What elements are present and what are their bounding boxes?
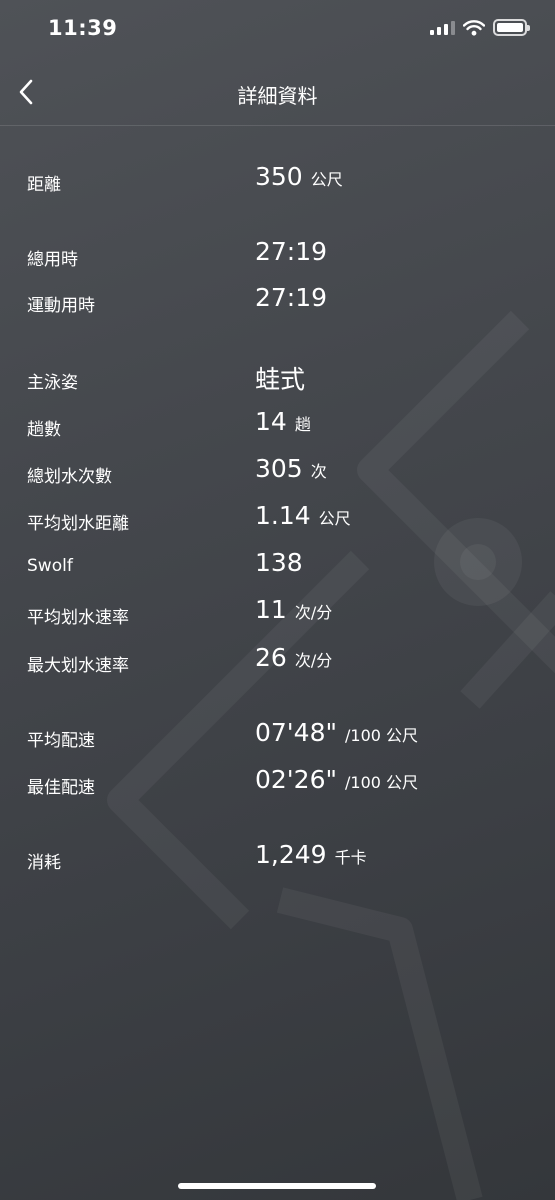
detail-number: 11 <box>255 595 287 624</box>
detail-unit: 公尺 <box>310 170 343 189</box>
detail-value: 27:19 <box>255 283 335 312</box>
status-bar: 11:39 <box>0 0 555 60</box>
system-icons <box>430 19 530 36</box>
detail-row-laps: 趟數 14 趟 <box>0 405 555 445</box>
detail-label: 運動用時 <box>27 296 95 316</box>
detail-label: 最大划水速率 <box>27 656 129 676</box>
detail-value: 27:19 <box>255 237 335 266</box>
detail-value: 蛙式 <box>255 360 313 396</box>
detail-row-active-time: 運動用時 27:19 <box>0 281 555 321</box>
detail-number: 07'48" <box>255 718 337 747</box>
detail-number: 1,249 <box>255 840 327 869</box>
home-indicator[interactable] <box>178 1183 376 1189</box>
detail-row-avg-stroke-rate: 平均划水速率 11 次/分 <box>0 593 555 633</box>
detail-value: 07'48" /100 公尺 <box>255 718 418 747</box>
navigation-bar: 詳細資料 <box>0 60 555 126</box>
detail-label: 平均划水速率 <box>27 608 129 628</box>
detail-value: 11 次/分 <box>255 595 332 624</box>
signal-icon <box>430 20 455 35</box>
detail-number: 305 <box>255 454 303 483</box>
detail-label: 主泳姿 <box>27 373 78 393</box>
detail-value: 138 <box>255 548 311 577</box>
detail-unit: /100 公尺 <box>345 726 419 745</box>
detail-value: 1,249 千卡 <box>255 840 367 869</box>
detail-label: Swolf <box>27 556 73 576</box>
page-title: 詳細資料 <box>237 84 318 108</box>
detail-row-distance: 距離 350 公尺 <box>0 160 555 200</box>
detail-unit: 千卡 <box>334 848 367 867</box>
detail-value: 02'26" /100 公尺 <box>255 765 418 794</box>
detail-label: 平均划水距離 <box>27 514 129 534</box>
detail-label: 最佳配速 <box>27 778 95 798</box>
detail-row-swolf: Swolf 138 <box>0 546 555 586</box>
detail-number: 蛙式 <box>255 365 306 394</box>
detail-unit: 公尺 <box>318 509 351 528</box>
detail-unit: 次/分 <box>294 603 333 622</box>
detail-row-avg-pace: 平均配速 07'48" /100 公尺 <box>0 716 555 756</box>
battery-icon <box>493 19 530 36</box>
detail-value: 14 趟 <box>255 407 311 436</box>
detail-label: 消耗 <box>27 853 61 873</box>
detail-row-total-strokes: 總划水次數 305 次 <box>0 452 555 492</box>
detail-unit: 次 <box>310 462 327 481</box>
detail-number: 138 <box>255 548 303 577</box>
detail-unit: /100 公尺 <box>345 773 419 792</box>
detail-unit: 次/分 <box>294 651 333 670</box>
detail-label: 總用時 <box>27 250 78 270</box>
detail-number: 27:19 <box>255 283 328 312</box>
detail-value: 305 次 <box>255 454 327 483</box>
detail-unit: 趟 <box>294 415 311 434</box>
detail-label: 距離 <box>27 175 61 195</box>
detail-row-max-stroke-rate: 最大划水速率 26 次/分 <box>0 641 555 681</box>
detail-label: 平均配速 <box>27 731 95 751</box>
detail-value: 1.14 公尺 <box>255 501 351 530</box>
detail-number: 02'26" <box>255 765 337 794</box>
detail-value: 350 公尺 <box>255 162 343 191</box>
detail-number: 14 <box>255 407 287 436</box>
wifi-icon <box>463 19 485 36</box>
detail-number: 1.14 <box>255 501 311 530</box>
detail-row-calories: 消耗 1,249 千卡 <box>0 838 555 878</box>
detail-number: 26 <box>255 643 287 672</box>
detail-row-best-pace: 最佳配速 02'26" /100 公尺 <box>0 763 555 803</box>
detail-value: 26 次/分 <box>255 643 332 672</box>
detail-label: 總划水次數 <box>27 467 112 487</box>
detail-label: 趟數 <box>27 420 61 440</box>
detail-number: 27:19 <box>255 237 328 266</box>
detail-number: 350 <box>255 162 303 191</box>
detail-row-total-time: 總用時 27:19 <box>0 235 555 275</box>
detail-row-avg-stroke-distance: 平均划水距離 1.14 公尺 <box>0 499 555 539</box>
status-time: 11:39 <box>48 16 118 40</box>
detail-row-main-stroke: 主泳姿 蛙式 <box>0 358 555 398</box>
